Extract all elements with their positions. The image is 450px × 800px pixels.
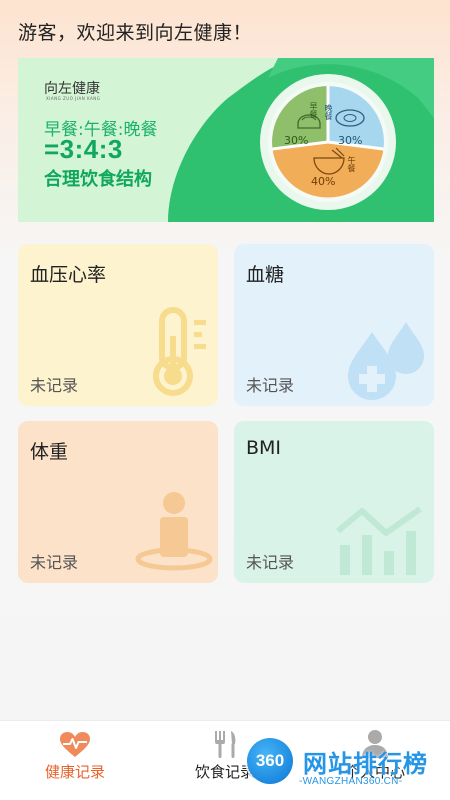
watermark-badge: 360	[247, 738, 293, 784]
diet-banner[interactable]: 早餐 30% 晚餐 30% 午餐 40% 向左健康 XIANG ZUO JIAN…	[18, 58, 434, 222]
card-status: 未记录	[246, 376, 295, 395]
thermometer-icon	[153, 307, 206, 396]
watermark: 360 网站排行榜 -WANGZHAN360.CN-	[245, 738, 450, 800]
card-title: 血糖	[246, 264, 285, 286]
greeting-text: 游客，欢迎来到向左健康！	[18, 22, 253, 44]
pie-label-breakfast: 30%	[284, 134, 309, 147]
card-title: 血压心率	[30, 264, 107, 286]
pie-label-lunch: 40%	[311, 175, 336, 188]
fork-knife-icon	[215, 731, 236, 758]
card-weight[interactable]: 体重 未记录	[18, 421, 218, 583]
card-title: 体重	[30, 441, 69, 463]
card-status: 未记录	[30, 376, 79, 395]
banner-ratio: =3:4:3	[44, 134, 123, 164]
person-scale-icon	[135, 492, 213, 571]
watermark-text: 网站排行榜	[303, 750, 428, 778]
bar-trend-icon	[336, 506, 422, 575]
card-status: 未记录	[30, 553, 79, 572]
card-title: BMI	[246, 437, 282, 459]
watermark-sub: -WANGZHAN360.CN-	[299, 776, 403, 787]
banner-logo-sub: XIANG ZUO JIAN KANG	[46, 96, 101, 101]
card-bmi[interactable]: BMI 未记录	[234, 421, 434, 583]
tab-health-record[interactable]: 健康记录	[0, 721, 150, 800]
tab-label: 健康记录	[44, 763, 105, 781]
pie-label-breakfast-meal: 早餐	[309, 102, 318, 118]
card-blood-sugar[interactable]: 血糖 未记录	[234, 244, 434, 406]
card-blood-pressure[interactable]: 血压心率 未记录	[18, 244, 218, 406]
pie-label-dinner: 30%	[338, 134, 363, 147]
banner-logo: 向左健康	[44, 81, 100, 97]
card-status: 未记录	[246, 553, 295, 572]
banner-subtitle: 合理饮食结构	[44, 169, 152, 190]
blood-drop-icon	[348, 322, 424, 400]
pie-label-lunch-meal: 午餐	[347, 156, 356, 172]
pie-label-dinner-meal: 晚餐	[324, 104, 333, 120]
heart-pulse-icon	[60, 732, 90, 757]
